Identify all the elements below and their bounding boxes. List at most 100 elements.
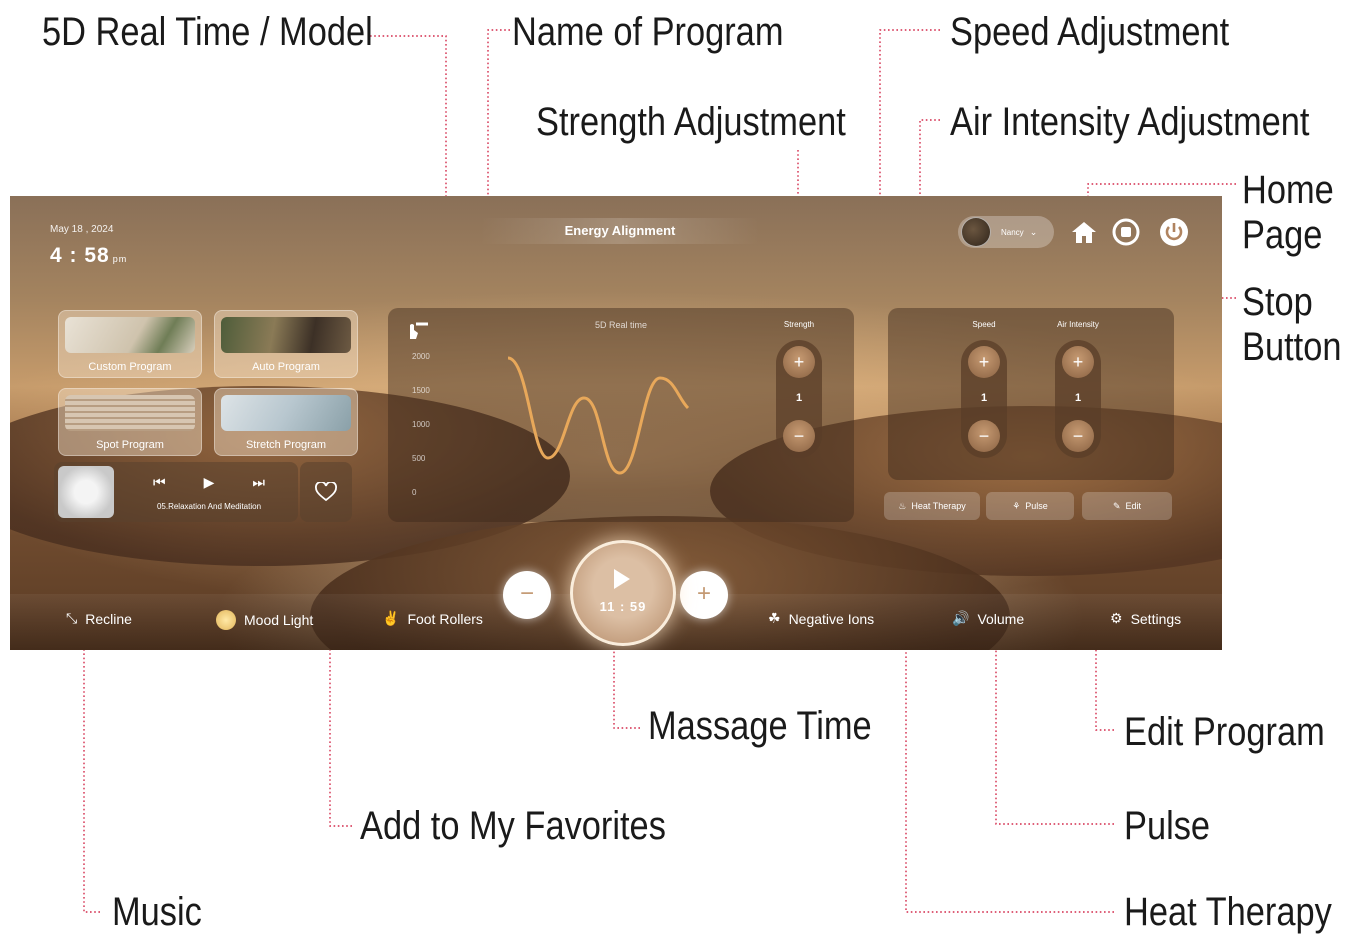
strength-stepper: + 1 − [776, 340, 822, 458]
foot-rollers-icon: ✌ [382, 610, 400, 626]
callout-heat-therapy: Heat Therapy [1124, 890, 1332, 934]
callout-stop-line2: Button [1242, 324, 1342, 369]
speed-label: Speed [972, 320, 996, 329]
tile-label: Custom Program [88, 361, 172, 373]
heart-icon [315, 482, 337, 502]
y-tick: 0 [412, 488, 417, 497]
decrease-time-button[interactable]: − [503, 571, 551, 619]
home-icon [1072, 222, 1096, 243]
next-track-icon[interactable]: ⏭ [252, 474, 265, 491]
strength-label: Strength [783, 320, 815, 329]
callout-program-name: Name of Program [512, 10, 784, 54]
y-tick: 1000 [412, 420, 430, 429]
negative-ions-label: Negative Ions [788, 610, 875, 627]
y-tick: 2000 [412, 352, 430, 361]
user-name: Nancy [1001, 227, 1024, 237]
heat-therapy-label: Heat Therapy [911, 501, 966, 511]
massage-chair-screen: May 18 , 2024 4 : 58 pm Energy Alignment … [10, 196, 1222, 650]
edit-button[interactable]: ✎ Edit [1082, 492, 1172, 520]
negative-ions-button[interactable]: ☘ Negative Ions [768, 610, 874, 627]
callout-stop-line1: Stop [1242, 280, 1313, 324]
callout-stop-button: Stop Button [1242, 280, 1341, 370]
foot-rollers-button[interactable]: ✌ Foot Rollers [382, 610, 483, 627]
play-icon[interactable]: ▶ [204, 474, 215, 491]
edit-label: Edit [1125, 501, 1142, 511]
auto-program-tile[interactable]: Auto Program [214, 310, 358, 378]
air-intensity-label: Air Intensity [1057, 320, 1099, 329]
air-decrease-button[interactable]: − [1062, 420, 1094, 452]
pulse-label: Pulse [1025, 501, 1048, 511]
air-intensity-stepper: + 1 − [1055, 340, 1101, 458]
callout-home-line1: Home [1242, 168, 1334, 212]
program-name: Energy Alignment [480, 218, 760, 244]
callout-strength: Strength Adjustment [536, 100, 846, 144]
y-tick: 1500 [412, 386, 430, 395]
settings-label: Settings [1130, 610, 1182, 627]
custom-program-image [65, 317, 195, 353]
clock: 4 : 58 pm [50, 244, 127, 268]
speed-stepper: + 1 − [961, 340, 1007, 458]
strength-increase-button[interactable]: + [783, 346, 815, 378]
volume-button[interactable]: 🔊 Volume [952, 610, 1024, 627]
massage-timer-button[interactable]: 11 : 59 [570, 540, 676, 646]
settings-button[interactable]: ⚙ Settings [1110, 610, 1181, 627]
auto-program-image [221, 317, 351, 353]
tile-label: Auto Program [252, 361, 320, 373]
mood-light-button[interactable]: Mood Light [216, 610, 313, 630]
volume-icon: 🔊 [952, 610, 970, 626]
date-label: May 18 , 2024 [50, 224, 114, 235]
callout-music: Music [112, 890, 202, 934]
play-icon [614, 569, 630, 589]
stretch-program-tile[interactable]: Stretch Program [214, 388, 358, 456]
stretch-program-image [221, 395, 351, 431]
heat-therapy-button[interactable]: ♨ Heat Therapy [884, 492, 980, 520]
callout-air-intensity: Air Intensity Adjustment [950, 100, 1310, 144]
recline-button[interactable]: ⤡ Recline [66, 610, 132, 627]
pulse-icon: ⚘ [1012, 500, 1021, 511]
music-cover[interactable] [58, 466, 114, 518]
pencil-icon: ✎ [1112, 500, 1121, 511]
music-track-name: 05.Relaxation And Meditation [156, 502, 262, 511]
previous-track-icon[interactable]: ⏮ [153, 474, 166, 491]
tile-label: Spot Program [96, 439, 164, 451]
callout-5d-model: 5D Real Time / Model [42, 10, 373, 54]
stop-icon [1112, 218, 1140, 246]
air-increase-button[interactable]: + [1062, 346, 1094, 378]
gear-icon: ⚙ [1110, 610, 1123, 626]
add-favorite-button[interactable] [300, 462, 352, 522]
mood-light-label: Mood Light [244, 612, 314, 628]
home-button[interactable] [1068, 216, 1100, 248]
clock-ampm: pm [112, 254, 128, 264]
avatar [961, 217, 991, 247]
power-icon [1160, 218, 1188, 246]
strength-decrease-button[interactable]: − [783, 420, 815, 452]
negative-ions-icon: ☘ [768, 610, 781, 626]
custom-program-tile[interactable]: Custom Program [58, 310, 202, 378]
spot-program-image [65, 395, 195, 431]
speed-value: 1 [980, 392, 988, 404]
pulse-button[interactable]: ⚘ Pulse [986, 492, 1074, 520]
stop-button[interactable] [1110, 216, 1142, 248]
volume-label: Volume [977, 610, 1025, 627]
recline-label: Recline [85, 610, 132, 627]
music-controls: ⏮ ▶ ⏭ [134, 474, 284, 491]
user-selector[interactable]: Nancy ⌄ [958, 216, 1054, 248]
tile-label: Stretch Program [245, 439, 327, 451]
increase-time-button[interactable]: + [680, 571, 728, 619]
callout-massage-time: Massage Time [648, 704, 872, 748]
wave-line [507, 356, 690, 475]
recline-icon: ⤡ [66, 610, 78, 626]
speed-increase-button[interactable]: + [968, 346, 1000, 378]
clock-time: 4 : 58 [50, 244, 110, 267]
power-button[interactable] [1158, 216, 1190, 248]
foot-rollers-label: Foot Rollers [407, 610, 483, 627]
speed-decrease-button[interactable]: − [968, 420, 1000, 452]
massage-time: 11 : 59 [599, 599, 647, 614]
y-tick: 500 [412, 454, 426, 463]
callout-pulse: Pulse [1124, 804, 1211, 848]
speed-air-panel: Speed + 1 − Air Intensity + 1 − [888, 308, 1174, 480]
spot-program-tile[interactable]: Spot Program [58, 388, 202, 456]
strength-value: 1 [795, 392, 803, 404]
callout-edit-program: Edit Program [1124, 710, 1325, 754]
callout-favorites: Add to My Favorites [360, 804, 666, 848]
